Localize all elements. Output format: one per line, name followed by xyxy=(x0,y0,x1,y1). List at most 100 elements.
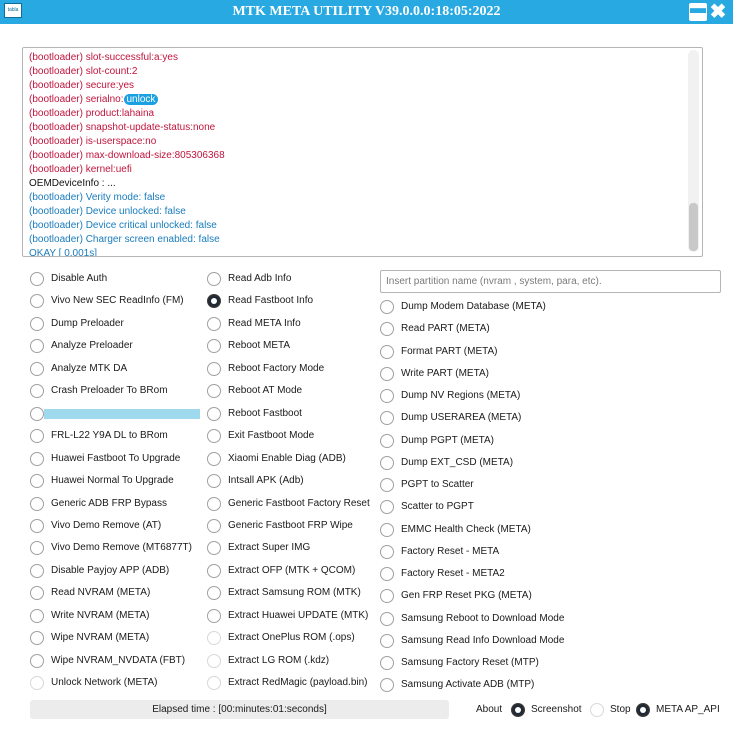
log-line-text: (bootloader) Device critical unlocked: f… xyxy=(29,220,217,231)
radio-icon[interactable] xyxy=(380,567,394,581)
radio-icon[interactable] xyxy=(380,411,394,426)
radio-icon[interactable] xyxy=(380,455,394,470)
log-line: OKAY [ 0.001s] xyxy=(29,247,98,257)
option-label: Reboot AT Mode xyxy=(228,385,303,397)
radio-icon[interactable] xyxy=(30,653,44,668)
log-line-text: OKAY [ 0.001s] xyxy=(29,248,98,257)
option-label: Vivo New SEC ReadInfo (FM) xyxy=(51,295,184,307)
log-line: (bootloader) secure:yes xyxy=(29,79,134,93)
radio-icon[interactable] xyxy=(207,608,221,623)
radio-icon[interactable] xyxy=(380,522,394,537)
option-label: Extract Super IMG xyxy=(228,542,311,554)
radio-icon[interactable] xyxy=(380,433,394,448)
radio-icon[interactable] xyxy=(380,544,394,559)
radio-icon[interactable] xyxy=(207,541,221,556)
radio-icon[interactable] xyxy=(207,586,221,601)
radio-icon[interactable] xyxy=(380,300,394,314)
radio-icon[interactable] xyxy=(207,474,221,489)
title-bar: tabla MTK META UTILITY V39.0.0.0:18:05:2… xyxy=(0,0,733,24)
radio-icon[interactable] xyxy=(207,653,221,668)
footer-option-label: META AP_API xyxy=(656,704,720,715)
radio-icon[interactable] xyxy=(380,656,394,670)
minimize-icon[interactable]: ▬ xyxy=(689,1,707,21)
radio-icon[interactable] xyxy=(30,272,44,286)
radio-icon[interactable] xyxy=(30,563,44,578)
partition-name-input[interactable] xyxy=(380,270,721,293)
option-label: Wipe NVRAM_NVDATA (FBT) xyxy=(51,654,186,666)
option-label: Reboot Fastboot xyxy=(228,407,302,419)
radio-icon[interactable] xyxy=(207,361,221,376)
radio-icon[interactable] xyxy=(380,678,394,693)
option-label: Huawei Fastboot To Upgrade xyxy=(51,452,181,464)
radio-icon[interactable] xyxy=(30,608,44,623)
radio-icon[interactable] xyxy=(380,478,394,492)
radio-icon[interactable] xyxy=(590,703,604,717)
option-label: Dump PGPT (META) xyxy=(401,434,494,446)
log-line-text: (bootloader) product:lahaina xyxy=(29,108,155,119)
radio-icon[interactable] xyxy=(380,344,394,359)
radio-icon[interactable] xyxy=(207,384,221,399)
radio-icon[interactable] xyxy=(207,339,221,354)
radio-icon[interactable] xyxy=(207,272,221,286)
option-label: Huawei Normal To Upgrade xyxy=(51,475,174,487)
option-label: Wipe NVRAM (META) xyxy=(51,632,150,644)
log-line-text: (bootloader) serialno: xyxy=(29,94,124,105)
radio-icon[interactable] xyxy=(380,322,394,337)
radio-icon[interactable] xyxy=(207,496,221,511)
radio-icon[interactable] xyxy=(380,611,394,626)
radio-icon[interactable] xyxy=(30,429,44,444)
radio-selected-icon[interactable] xyxy=(636,703,650,717)
footer-option-label: Stop xyxy=(610,704,631,715)
radio-icon[interactable] xyxy=(30,294,44,309)
radio-selected-icon[interactable] xyxy=(207,294,221,309)
option-label: Write NVRAM (META) xyxy=(51,609,150,621)
option-label: Dump Preloader xyxy=(51,317,124,329)
radio-icon[interactable] xyxy=(30,474,44,489)
radio-icon[interactable] xyxy=(30,384,44,399)
radio-icon[interactable] xyxy=(30,586,44,601)
radio-icon[interactable] xyxy=(207,429,221,444)
option-label: Analyze Preloader xyxy=(51,340,133,352)
radio-icon[interactable] xyxy=(30,676,44,691)
radio-icon[interactable] xyxy=(380,366,394,381)
option-label: EMMC Health Check (META) xyxy=(401,523,531,535)
option-label: Vivo Demo Remove (MT6877T) xyxy=(51,542,192,554)
radio-icon[interactable] xyxy=(207,563,221,578)
radio-icon[interactable] xyxy=(30,339,44,354)
option-label: Generic Fastboot Factory Reset xyxy=(228,497,370,509)
radio-selected-icon[interactable] xyxy=(511,703,525,717)
log-output[interactable]: (bootloader) slot-successful:a:yes (bootl… xyxy=(22,47,703,257)
radio-icon[interactable] xyxy=(30,406,44,421)
elapsed-time-status: Elapsed time : [00:minutes:01:seconds] xyxy=(30,700,449,719)
radio-icon[interactable] xyxy=(30,518,44,533)
option-label: Extract OnePlus ROM (.ops) xyxy=(228,632,355,644)
radio-icon[interactable] xyxy=(30,316,44,331)
log-line: (bootloader) kernel:uefi xyxy=(29,163,132,177)
radio-icon[interactable] xyxy=(30,361,44,376)
log-line-text: (bootloader) Verity mode: false xyxy=(29,192,166,203)
radio-icon[interactable] xyxy=(207,316,221,331)
radio-icon[interactable] xyxy=(207,676,221,691)
option-label: Reboot Factory Mode xyxy=(228,362,325,374)
radio-icon[interactable] xyxy=(380,633,394,648)
log-scrollbar-thumb[interactable] xyxy=(689,203,698,251)
radio-icon[interactable] xyxy=(207,406,221,421)
radio-icon[interactable] xyxy=(30,496,44,511)
log-line: OEMDeviceInfo : ... xyxy=(29,177,116,191)
radio-icon[interactable] xyxy=(30,631,44,646)
option-label: Read PART (META) xyxy=(401,323,490,335)
radio-icon[interactable] xyxy=(380,589,394,604)
radio-icon[interactable] xyxy=(30,541,44,556)
radio-icon[interactable] xyxy=(207,518,221,533)
radio-icon[interactable] xyxy=(207,451,221,466)
log-line-text: (bootloader) slot-count:2 xyxy=(29,66,138,77)
option-label: Unlock Network (META) xyxy=(51,677,158,689)
radio-icon[interactable] xyxy=(30,451,44,466)
option-label: Disable Auth xyxy=(51,273,108,284)
log-line: (bootloader) product:lahaina xyxy=(29,107,154,121)
radio-icon[interactable] xyxy=(380,389,394,403)
close-icon[interactable]: ✖ xyxy=(709,2,727,22)
radio-icon[interactable] xyxy=(380,500,394,515)
radio-icon[interactable] xyxy=(207,631,221,646)
about-link[interactable]: About xyxy=(476,704,502,716)
